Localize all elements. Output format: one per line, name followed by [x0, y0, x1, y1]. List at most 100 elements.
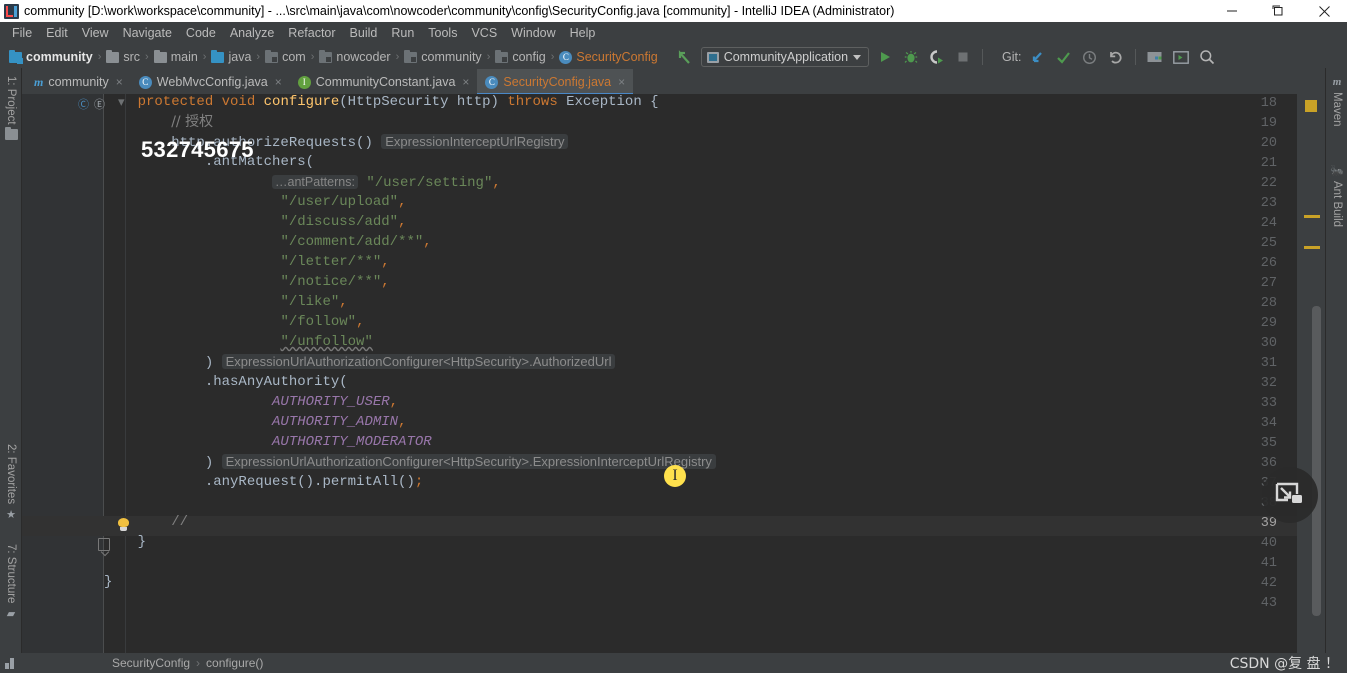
menu-file[interactable]: File: [5, 24, 39, 42]
package-icon: [495, 49, 509, 63]
code-line-39: //: [104, 512, 188, 532]
sidebar-item-project[interactable]: 1: Project: [0, 72, 22, 144]
toolbar-divider: [1134, 49, 1136, 65]
chevron-down-icon: [853, 54, 862, 60]
project-structure-icon[interactable]: [1145, 47, 1165, 67]
star-icon: ★: [6, 509, 16, 522]
breadcrumb-java[interactable]: java: [208, 49, 254, 64]
menu-tools[interactable]: Tools: [421, 24, 464, 42]
code-editor[interactable]: 18 19 20 21 22 23 24 25 26 27 28 29 30 3…: [22, 94, 1325, 653]
tab-community[interactable]: m community ×: [26, 69, 131, 95]
code-line-29: "/follow",: [280, 314, 365, 330]
breadcrumb-community[interactable]: community: [6, 49, 96, 64]
constant-ref: AUTHORITY_USER: [272, 394, 390, 410]
menu-navigate[interactable]: Navigate: [116, 24, 179, 42]
code-line-27: "/notice/**",: [280, 274, 390, 290]
tab-close-icon[interactable]: ×: [275, 75, 282, 89]
warning-stripe-mark[interactable]: [1304, 215, 1320, 218]
code-line-36: ) ExpressionUrlAuthorizationConfigurer<H…: [104, 452, 716, 472]
run-configuration-selector[interactable]: CommunityApplication: [700, 47, 870, 67]
menu-refactor[interactable]: Refactor: [281, 24, 342, 42]
update-project-icon[interactable]: [1028, 47, 1048, 67]
menu-analyze[interactable]: Analyze: [223, 24, 281, 42]
stop-icon[interactable]: [953, 47, 973, 67]
close-icon[interactable]: [1301, 0, 1347, 22]
breadcrumb-community-pkg[interactable]: community: [401, 49, 484, 64]
override-method-icon[interactable]: Ⓒ: [78, 96, 89, 112]
sidebar-item-ant-build[interactable]: 🐜 Ant Build: [1326, 160, 1347, 231]
vertical-scrollbar-thumb[interactable]: [1312, 306, 1321, 616]
code-line-22: …antPatterns: "/user/setting",: [104, 172, 501, 192]
sidebar-item-structure[interactable]: 7: Structure ▰: [0, 540, 22, 624]
folder-icon: [153, 49, 167, 63]
breadcrumb-securityconfig[interactable]: C SecurityConfig: [556, 50, 660, 64]
commit-icon[interactable]: [1054, 47, 1074, 67]
error-stripe-mark[interactable]: [1305, 100, 1317, 112]
search-everywhere-icon[interactable]: [1197, 47, 1217, 67]
history-icon[interactable]: [1080, 47, 1100, 67]
menu-edit[interactable]: Edit: [39, 24, 75, 42]
warning-stripe-mark[interactable]: [1304, 246, 1320, 249]
editor-marker-scrollbar[interactable]: [1297, 94, 1325, 653]
breadcrumb-src[interactable]: src: [103, 49, 143, 64]
breadcrumb-separator: ›: [97, 51, 102, 63]
breadcrumb-main[interactable]: main: [151, 49, 201, 64]
java-interface-icon: I: [297, 75, 311, 89]
tab-close-icon[interactable]: ×: [462, 75, 469, 89]
code-content[interactable]: protected void configure(HttpSecurity ht…: [104, 94, 1297, 653]
breadcrumb-com[interactable]: com: [262, 49, 309, 64]
breadcrumb-nowcoder[interactable]: nowcoder: [316, 49, 393, 64]
hide-windows-icon[interactable]: [1171, 47, 1191, 67]
right-tool-window-bar: m Maven 🐜 Ant Build: [1325, 68, 1347, 653]
sidebar-item-maven[interactable]: m Maven: [1326, 72, 1347, 131]
maximize-icon[interactable]: [1255, 0, 1301, 22]
sidebar-item-favorites[interactable]: 2: Favorites ★: [0, 440, 22, 525]
code-comment: //: [171, 514, 189, 530]
tab-label: SecurityConfig.java: [503, 75, 612, 89]
left-tool-window-bar: 1: Project 2: Favorites ★ 7: Structure ▰: [0, 68, 22, 653]
tab-webmvcconfig[interactable]: C WebMvcConfig.java ×: [131, 69, 290, 95]
tool-window-label: 1: Project: [5, 76, 17, 125]
minimize-icon[interactable]: [1209, 0, 1255, 22]
window-controls: [1209, 0, 1347, 22]
tab-communityconstant[interactable]: I CommunityConstant.java ×: [290, 69, 478, 95]
menu-view[interactable]: View: [75, 24, 116, 42]
debug-icon[interactable]: [901, 47, 921, 67]
tab-close-icon[interactable]: ×: [116, 75, 123, 89]
status-breadcrumb-method[interactable]: configure(): [206, 656, 263, 670]
breadcrumb-label: SecurityConfig: [576, 50, 658, 64]
tool-window-label: 2: Favorites: [5, 444, 17, 505]
run-config-icon: [706, 51, 719, 63]
rollback-icon[interactable]: [1106, 47, 1126, 67]
navigation-bar: community › src › main › java › com › no…: [0, 44, 1347, 70]
screen-watermark-number: 532745675: [141, 137, 254, 162]
close-paren: ): [204, 355, 214, 371]
menu-run[interactable]: Run: [384, 24, 421, 42]
menu-build[interactable]: Build: [343, 24, 385, 42]
back-arrow-icon[interactable]: [675, 47, 695, 67]
menu-vcs[interactable]: VCS: [464, 24, 504, 42]
string-literal: "/user/setting": [366, 175, 493, 191]
menu-code[interactable]: Code: [179, 24, 223, 42]
breadcrumb-separator: ›: [486, 51, 491, 63]
screen-capture-icon[interactable]: [1262, 467, 1318, 523]
folder-icon: [106, 49, 120, 63]
status-bar: SecurityConfig › configure() CSDN @复 盘 ！: [0, 653, 1347, 673]
show-tool-windows-icon[interactable]: [5, 657, 16, 669]
run-with-coverage-icon[interactable]: [927, 47, 947, 67]
string-literal: "/like": [280, 294, 340, 310]
menu-window[interactable]: Window: [504, 24, 562, 42]
tab-close-icon[interactable]: ×: [618, 75, 625, 89]
string-literal: "/notice/**": [280, 274, 382, 290]
status-breadcrumb-separator: ›: [196, 656, 201, 670]
source-folder-icon: [211, 49, 225, 63]
tab-securityconfig[interactable]: C SecurityConfig.java ×: [477, 69, 634, 95]
code-line-32: .hasAnyAuthority(: [104, 372, 348, 392]
breadcrumb-label: src: [123, 50, 141, 64]
breadcrumb-config[interactable]: config: [492, 49, 548, 64]
menu-help[interactable]: Help: [563, 24, 603, 42]
editor-gutter[interactable]: [22, 94, 104, 653]
status-breadcrumb-class[interactable]: SecurityConfig: [112, 656, 190, 670]
maven-module-icon: m: [34, 74, 44, 89]
run-icon[interactable]: [875, 47, 895, 67]
